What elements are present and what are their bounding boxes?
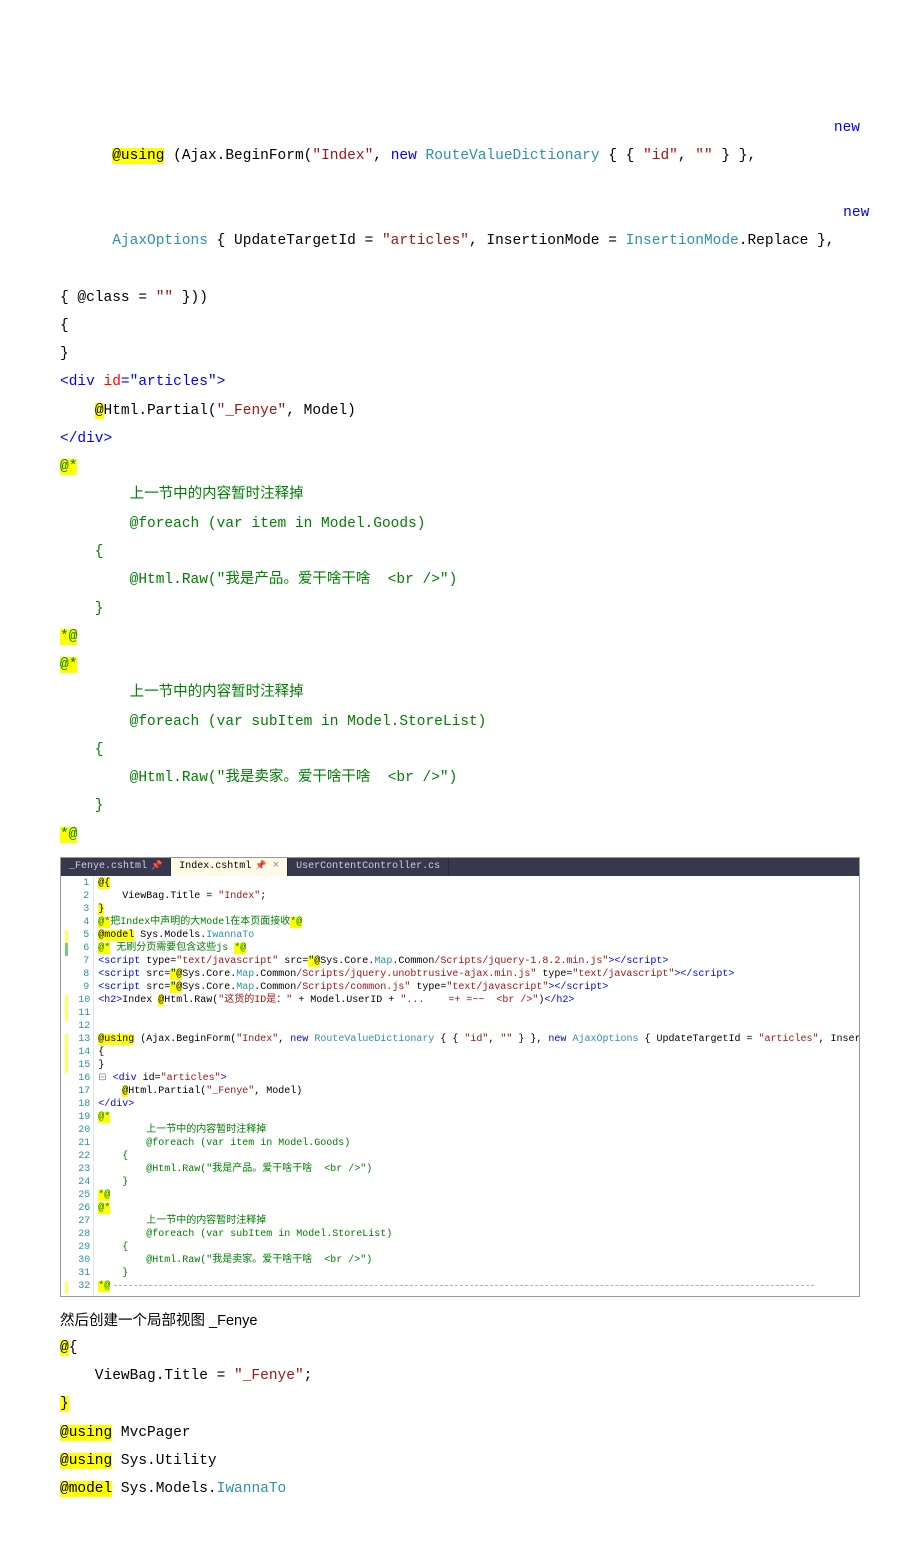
type: IwannaTo	[217, 1481, 287, 1497]
tab-label: _Fenye.cshtml	[69, 861, 147, 874]
razor-code-block-1: @using (Ajax.BeginForm("Index", new Rout…	[60, 114, 860, 849]
type: InsertionMode	[626, 233, 739, 249]
comment-text: }	[60, 792, 860, 820]
text: {	[69, 1340, 78, 1356]
text: .Replace },	[739, 233, 843, 249]
at-using-keyword: @using	[60, 1453, 112, 1469]
eq: =	[121, 374, 130, 390]
text: , InsertionMode =	[469, 233, 626, 249]
comment-text: @foreach (var item in Model.Goods)	[60, 510, 860, 538]
paragraph-text: 然后创建一个局部视图 _Fenye	[60, 1309, 860, 1330]
string: ""	[156, 290, 173, 306]
comment-text: @foreach (var subItem in Model.StoreList…	[60, 708, 860, 736]
text: Sys.Utility	[112, 1453, 216, 1469]
tag-close: >	[217, 374, 226, 390]
pin-icon: 📌	[151, 861, 162, 872]
tab-label: Index.cshtml	[179, 861, 251, 874]
text: MvcPager	[112, 1425, 190, 1441]
comment-open: @*	[60, 459, 77, 475]
brace-close: }	[60, 340, 860, 368]
text: ,	[678, 148, 695, 164]
keyword: new	[391, 148, 417, 164]
ide-tabs: _Fenye.cshtml 📌 Index.cshtml 📌 × UserCon…	[61, 858, 859, 876]
tag: <div	[60, 374, 95, 390]
comment-text: {	[60, 538, 860, 566]
text: Sys.Models.	[112, 1481, 216, 1497]
comment-text: }	[60, 595, 860, 623]
ide-change-markers	[61, 876, 72, 1296]
tag-close: </div>	[60, 425, 860, 453]
ide-tab-fenye[interactable]: _Fenye.cshtml 📌	[61, 858, 171, 876]
ide-editor: _Fenye.cshtml 📌 Index.cshtml 📌 × UserCon…	[60, 857, 860, 1297]
text: ViewBag.Title =	[60, 1368, 234, 1384]
keyword: new	[834, 114, 860, 199]
text: Html.Partial(	[104, 403, 217, 419]
at-using-keyword: @using	[60, 1425, 112, 1441]
string: "Index"	[312, 148, 373, 164]
text: { UpdateTargetId =	[208, 233, 382, 249]
pin-icon: 📌	[255, 861, 266, 872]
brace-open: {	[60, 312, 860, 340]
text: { @class =	[60, 290, 156, 306]
string: "_Fenye"	[234, 1368, 304, 1384]
at-symbol: @	[95, 403, 104, 419]
ide-tab-controller[interactable]: UserContentController.cs	[288, 858, 449, 876]
brace-close: }	[60, 1396, 69, 1412]
attr: id	[95, 374, 121, 390]
razor-code-block-2: @{ ViewBag.Title = "_Fenye"; } @using Mv…	[60, 1334, 860, 1504]
string: "id"	[643, 148, 678, 164]
close-icon[interactable]: ×	[272, 860, 279, 874]
comment-text: @Html.Raw("我是产品。爱干啥干啥 <br />")	[60, 566, 860, 594]
string: ""	[695, 148, 712, 164]
type: RouteValueDictionary	[426, 148, 600, 164]
comment-text: 上一节中的内容暂时注释掉	[60, 679, 860, 707]
text: } },	[713, 148, 765, 164]
text: ,	[373, 148, 390, 164]
text: (Ajax.BeginForm(	[164, 148, 312, 164]
keyword: new	[843, 199, 869, 284]
attr-val: "articles"	[130, 374, 217, 390]
at-symbol: @	[60, 1340, 69, 1356]
comment-text: {	[60, 736, 860, 764]
tab-label: UserContentController.cs	[296, 861, 440, 874]
ide-line-gutter: 1234567891011121314151617181920212223242…	[72, 876, 94, 1296]
ide-code-area[interactable]: @{ ViewBag.Title = "Index";}@*把Index中声明的…	[94, 876, 859, 1296]
text: , Model)	[286, 403, 356, 419]
text: ;	[304, 1368, 313, 1384]
comment-close: *@	[60, 827, 77, 843]
comment-open: @*	[60, 657, 77, 673]
comment-close: *@	[60, 629, 77, 645]
at-using-keyword: @using	[112, 148, 164, 164]
comment-text: @Html.Raw("我是卖家。爱干啥干啥 <br />")	[60, 764, 860, 792]
text	[417, 148, 426, 164]
text: }))	[173, 290, 208, 306]
text: { {	[600, 148, 644, 164]
comment-text: 上一节中的内容暂时注释掉	[60, 481, 860, 509]
ide-tab-index[interactable]: Index.cshtml 📌 ×	[171, 858, 288, 876]
string: "_Fenye"	[217, 403, 287, 419]
at-model-keyword: @model	[60, 1481, 112, 1497]
string: "articles"	[382, 233, 469, 249]
type: AjaxOptions	[112, 233, 208, 249]
